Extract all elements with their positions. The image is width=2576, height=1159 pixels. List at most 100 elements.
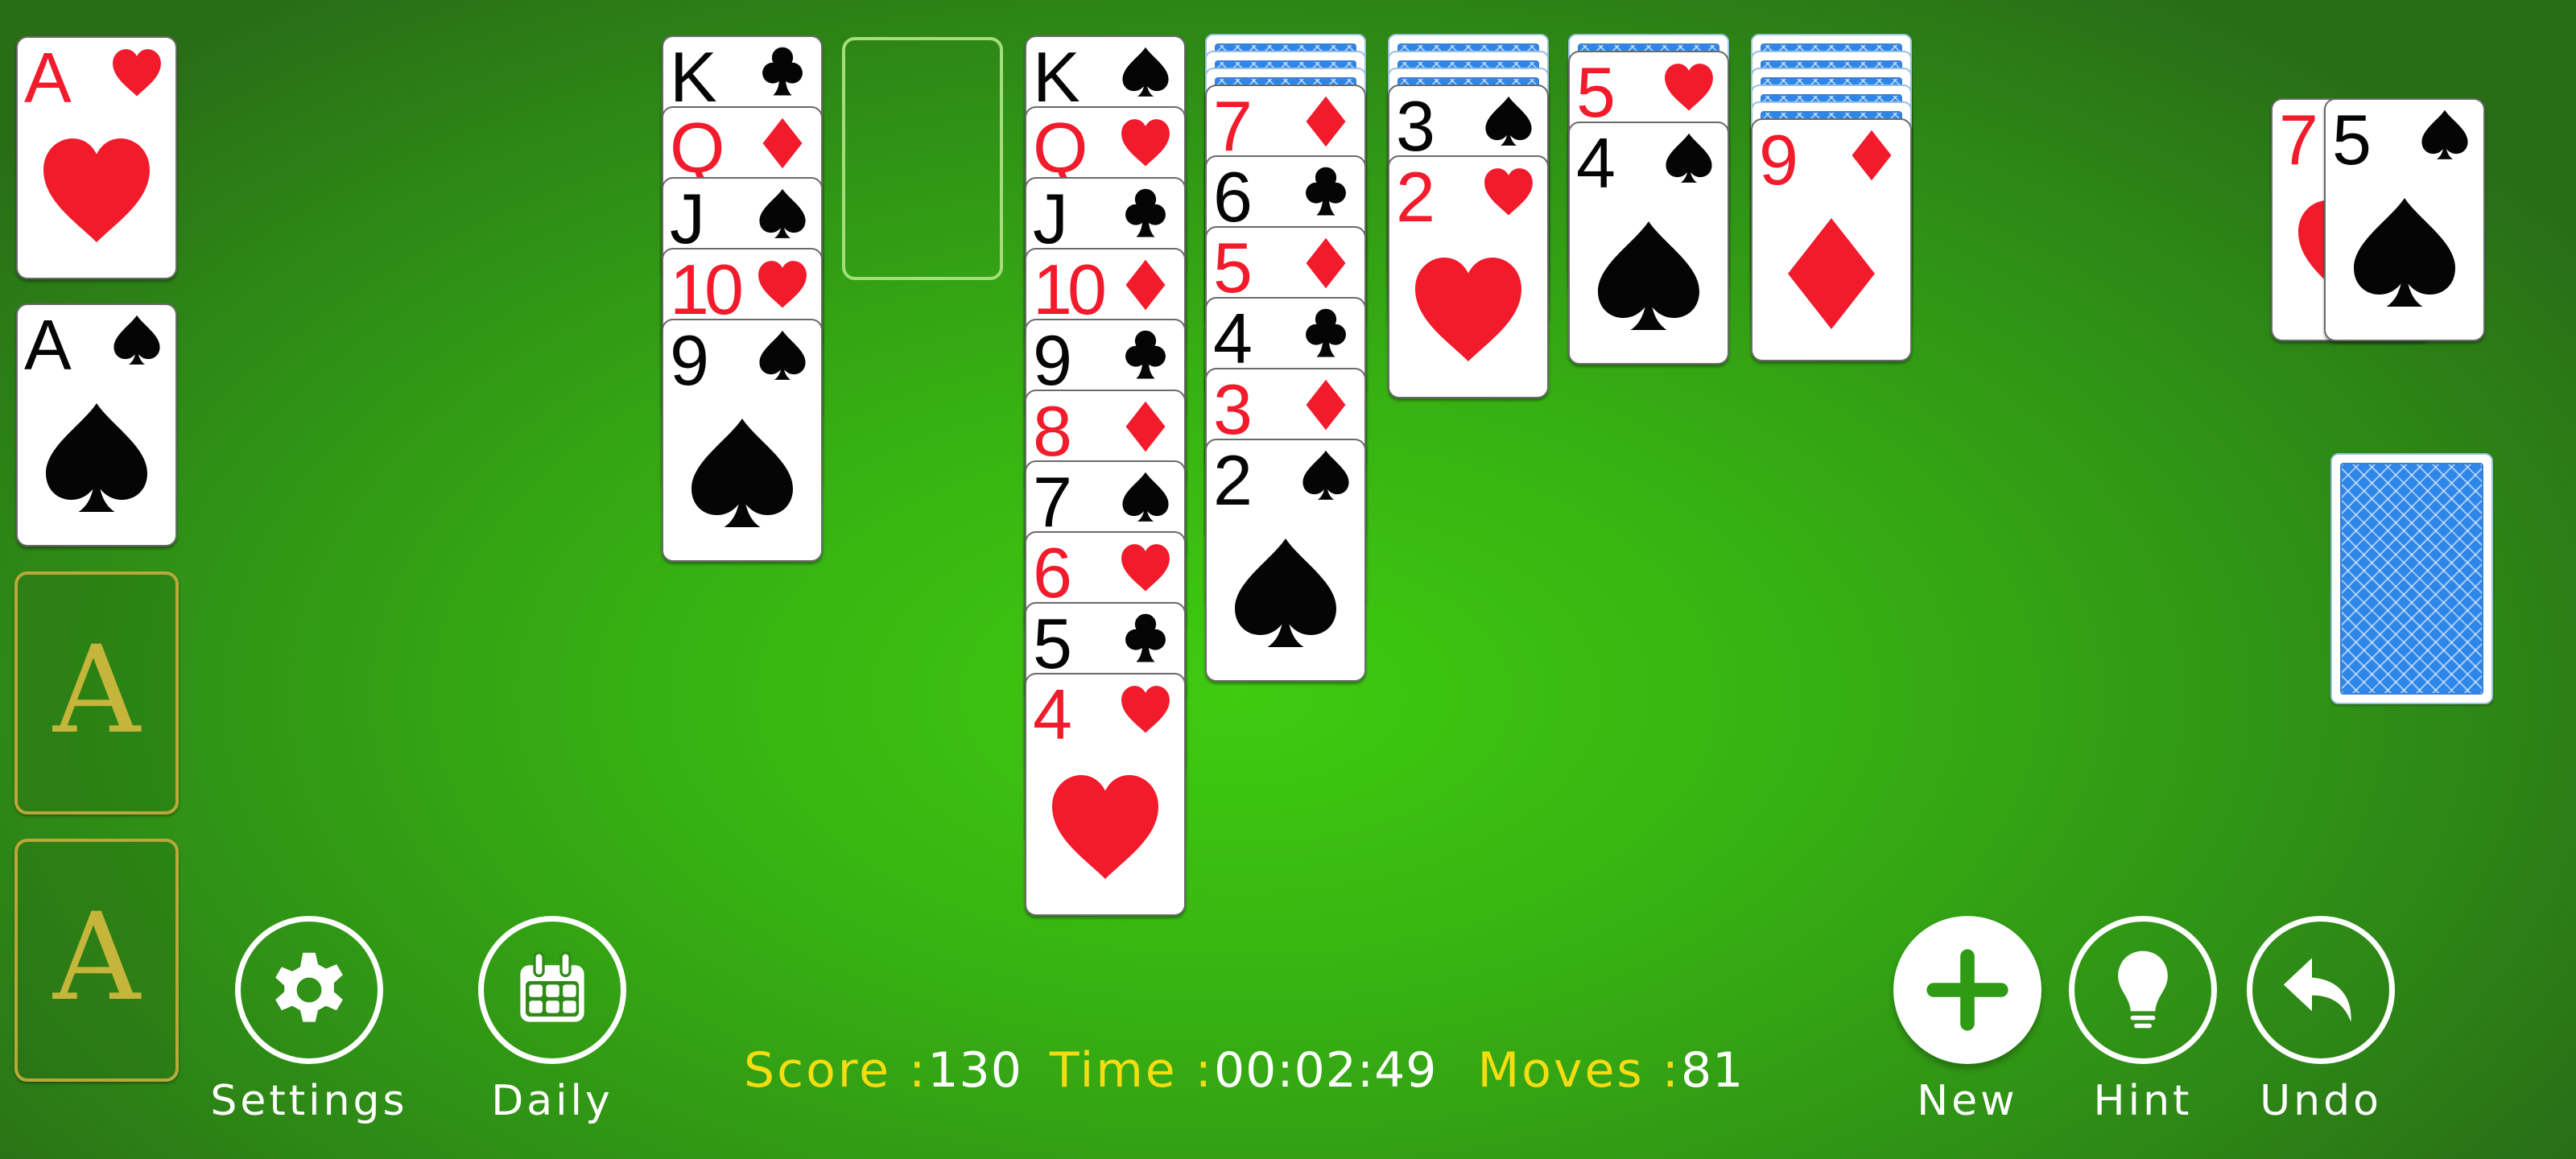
time-value: 00:02:49 — [1214, 1042, 1438, 1099]
card-rank: 5 — [1213, 228, 1253, 307]
card-rank: 4 — [1033, 674, 1072, 754]
tableau-2-empty-slot[interactable] — [842, 37, 1003, 280]
stock-pile[interactable] — [2330, 453, 2493, 704]
spade-icon — [755, 328, 810, 383]
diamond-icon — [1844, 128, 1899, 183]
heart-icon — [1118, 541, 1173, 596]
spade-icon — [1225, 534, 1346, 654]
club-icon — [1298, 165, 1353, 220]
diamond-icon — [1298, 94, 1353, 149]
spade-icon — [755, 187, 810, 241]
foundation-placeholder-letter: A — [52, 888, 141, 1028]
card-rank: J — [670, 179, 705, 258]
diamond-icon — [1298, 236, 1353, 291]
heart-icon — [1118, 683, 1173, 737]
card-rank: 3 — [1396, 86, 1435, 166]
card-rank: 7 — [1213, 86, 1253, 166]
club-icon — [1118, 612, 1173, 666]
card-rank: 6 — [1213, 157, 1253, 237]
score-label: Score : — [744, 1042, 928, 1099]
club-icon — [1298, 307, 1353, 361]
card-rank: 2 — [1396, 157, 1435, 237]
spade-icon — [36, 398, 157, 519]
daily-label: Daily — [491, 1077, 613, 1125]
card-rank: 9 — [670, 320, 709, 400]
card-rank: 2 — [1213, 440, 1253, 520]
heart-icon — [1045, 768, 1166, 889]
heart-icon — [1118, 116, 1173, 171]
tableau-1-card[interactable]: 9 — [662, 319, 823, 562]
undo-label: Undo — [2260, 1077, 2382, 1125]
card-rank: K — [670, 37, 717, 117]
spade-icon — [109, 313, 164, 368]
card-rank: 9 — [1033, 320, 1072, 400]
card-rank: 7 — [1033, 462, 1072, 542]
moves-label: Moves : — [1477, 1042, 1681, 1099]
daily-button[interactable] — [478, 916, 626, 1064]
card-rank: 5 — [1033, 604, 1072, 683]
card-rank: 4 — [1576, 123, 1616, 203]
undo-button[interactable] — [2247, 916, 2395, 1064]
card-rank: 9 — [1759, 120, 1798, 200]
new-game-button[interactable] — [1893, 916, 2041, 1064]
card-rank: 5 — [1576, 52, 1616, 132]
settings-button[interactable] — [235, 916, 383, 1064]
card-rank: 10 — [670, 250, 744, 329]
spade-icon — [1118, 45, 1173, 100]
club-icon — [1118, 187, 1173, 241]
calendar-icon — [508, 946, 597, 1034]
foundation-1-card[interactable]: A — [16, 36, 177, 279]
card-back-pattern — [2340, 463, 2483, 695]
diamond-icon — [1771, 213, 1892, 334]
heart-icon — [36, 131, 157, 252]
spade-icon — [1588, 217, 1709, 337]
card-rank: 6 — [1033, 533, 1072, 612]
heart-icon — [1408, 250, 1529, 371]
plus-icon — [1923, 946, 2012, 1034]
card-rank: J — [1033, 179, 1068, 258]
spade-icon — [682, 414, 803, 534]
tableau-3-card[interactable]: 4 — [1025, 673, 1186, 916]
time-label: Time : — [1049, 1042, 1214, 1099]
spade-icon — [2417, 108, 2472, 163]
score-value: 130 — [927, 1042, 1022, 1099]
moves-value: 81 — [1680, 1042, 1744, 1099]
foundation-2-card[interactable]: A — [16, 303, 177, 547]
status-bar: Score :130 Time :00:02:49 Moves :81 — [744, 1038, 1744, 1103]
diamond-icon — [1118, 258, 1173, 312]
card-rank: 5 — [2332, 100, 2372, 179]
card-rank: 4 — [1213, 299, 1253, 378]
card-rank: A — [24, 38, 72, 118]
diamond-icon — [755, 116, 810, 171]
lightbulb-icon — [2099, 946, 2187, 1034]
card-rank: 8 — [1033, 391, 1072, 471]
foundation-placeholder-letter: A — [52, 621, 141, 761]
card-rank: Q — [670, 108, 724, 188]
spade-icon — [1298, 448, 1353, 503]
heart-icon — [755, 258, 810, 312]
tableau-4-card[interactable]: 2 — [1205, 439, 1366, 682]
card-rank: 3 — [1213, 369, 1253, 449]
card-rank: A — [24, 305, 72, 385]
card-rank: 10 — [1033, 250, 1107, 329]
heart-icon — [1481, 165, 1536, 220]
card-rank: K — [1033, 37, 1080, 117]
waste-top-card[interactable]: 5 — [2324, 98, 2485, 341]
heart-icon — [1662, 60, 1716, 115]
gear-icon — [265, 946, 353, 1034]
tableau-7-card[interactable]: 9 — [1751, 118, 1912, 361]
tableau-6-card[interactable]: 4 — [1568, 122, 1729, 365]
club-icon — [1118, 328, 1173, 383]
settings-label: Settings — [210, 1077, 408, 1125]
hint-button[interactable] — [2069, 916, 2217, 1064]
spade-icon — [1481, 94, 1536, 149]
club-icon — [755, 45, 810, 100]
spade-icon — [2344, 193, 2465, 314]
diamond-icon — [1298, 377, 1353, 432]
spade-icon — [1118, 470, 1173, 525]
spade-icon — [1662, 131, 1716, 186]
card-rank: Q — [1033, 108, 1088, 188]
tableau-5-card[interactable]: 2 — [1388, 155, 1549, 398]
foundation-4-empty[interactable]: A — [14, 839, 179, 1082]
foundation-3-empty[interactable]: A — [14, 571, 179, 815]
